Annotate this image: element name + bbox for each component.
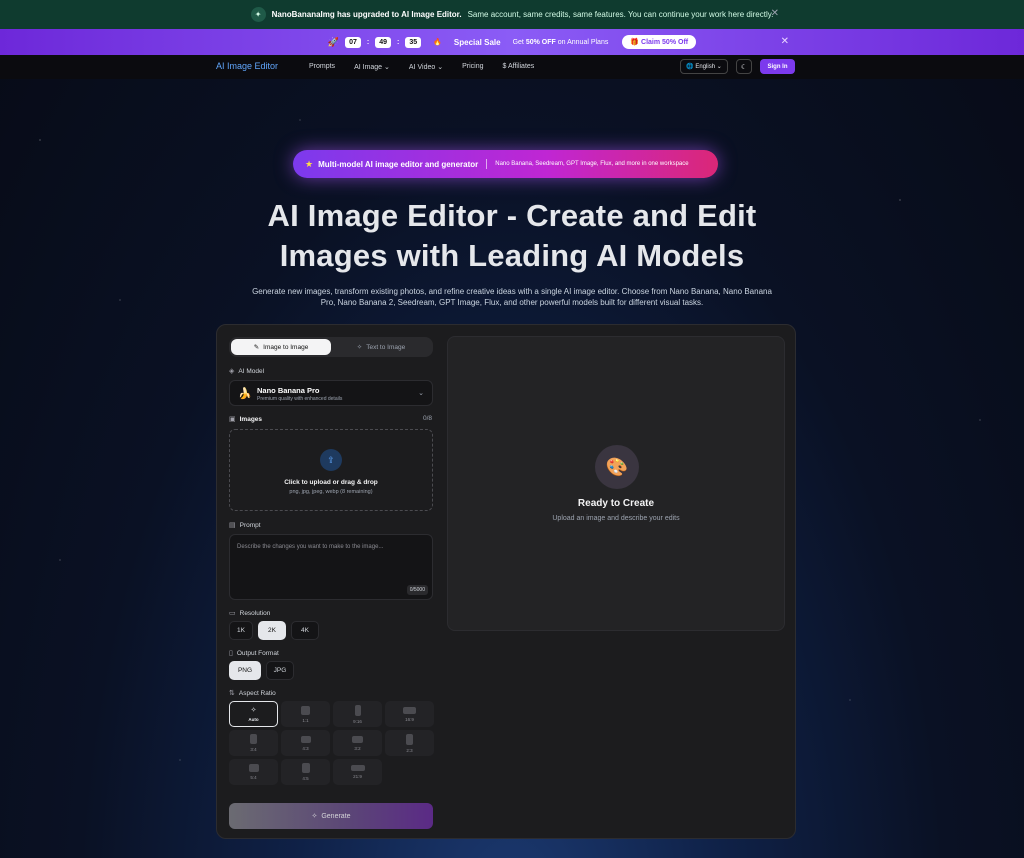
timer-seconds: 35 [405, 36, 422, 48]
upgrade-notice-bar: ✦ NanoBananaImg has upgraded to AI Image… [0, 0, 1024, 29]
model-description: Premium quality with enhanced details [257, 396, 343, 402]
sparkle-icon: ✧ [250, 707, 257, 714]
nav-link-ai-video[interactable]: AI Video ⌄ [409, 63, 443, 71]
chevron-down-icon: ⌄ [437, 64, 444, 71]
images-count: 0/8 [423, 415, 433, 422]
tab-text-to-image[interactable]: ✧ Text to Image [331, 339, 431, 355]
badge-sub-text: Nano Banana, Seedream, GPT Image, Flux, … [495, 161, 689, 167]
editor-card: ✎ Image to Image ✧ Text to Image ◈ AI Model… [216, 324, 796, 839]
language-selector[interactable]: 🌐 English ⌄ [680, 59, 728, 74]
chevron-down-icon: ⌄ [384, 64, 390, 71]
document-icon: ▤ [229, 522, 236, 529]
special-sale-label: Special Sale [453, 37, 501, 47]
format-options: PNG JPG [229, 661, 294, 680]
timer-minutes: 49 [375, 36, 392, 48]
format-png-button[interactable]: PNG [229, 661, 261, 680]
aspect-21-9-button[interactable]: 21:9 [333, 759, 382, 785]
model-name: Nano Banana Pro [257, 386, 320, 395]
theme-toggle-button[interactable]: ☾ [736, 59, 752, 74]
aspect-ratio-label: ⇅ Aspect Ratio [229, 689, 276, 698]
moon-icon: ☾ [740, 63, 748, 71]
aspect-3-4-button[interactable]: 3:4 [229, 730, 278, 756]
aspect-4-3-button[interactable]: 4:3 [281, 730, 330, 756]
layers-icon: ◈ [229, 368, 235, 375]
magic-wand-icon: ✧ [311, 813, 318, 820]
aspect-2-3-button[interactable]: 2:3 [385, 730, 434, 756]
output-format-label: ▯ Output Format [229, 649, 279, 658]
aspect-5-4-button[interactable]: 5:4 [229, 759, 278, 785]
dollar-icon: $ [502, 63, 507, 70]
image-upload-dropzone[interactable]: ⇪ Click to upload or drag & drop png, jp… [229, 429, 433, 511]
resolution-2k-button[interactable]: 2K [258, 621, 286, 640]
ai-model-label: ◈ AI Model [229, 367, 265, 376]
globe-icon: 🌐 [686, 64, 694, 70]
prompt-textarea[interactable]: Describe the changes you want to make to… [229, 534, 433, 600]
prompt-label: ▤ Prompt [229, 521, 261, 530]
mode-tabs: ✎ Image to Image ✧ Text to Image [229, 337, 433, 357]
sparkle-icon: ✦ [250, 7, 266, 22]
aspect-4-5-button[interactable]: 4:5 [281, 759, 330, 785]
aspect-auto-button[interactable]: ✧ Auto [229, 701, 278, 727]
file-icon: ▯ [229, 650, 233, 657]
prompt-char-count: 0/5000 [406, 585, 428, 595]
image-icon: ▣ [229, 416, 236, 423]
close-icon[interactable]: ✕ [771, 8, 779, 19]
aspect-16-9-button[interactable]: 16:9 [385, 701, 434, 727]
sign-in-button[interactable]: Sign In [760, 59, 795, 74]
prompt-placeholder: Describe the changes you want to make to… [237, 544, 384, 550]
palette-icon: 🎨 [595, 445, 639, 489]
hero-badge: ★ Multi-model AI image editor and genera… [293, 150, 718, 178]
resolution-label: ▭ Resolution [229, 609, 271, 618]
badge-main-text: Multi-model AI image editor and generato… [318, 159, 479, 169]
tab-image-to-image[interactable]: ✎ Image to Image [231, 339, 331, 355]
aspect-ratio-grid: ✧ Auto 1:1 9:16 16:9 3:4 4:3 3:2 2:3 5:4 … [229, 701, 434, 785]
model-selector[interactable]: 🍌 Nano Banana Pro Premium quality with e… [229, 380, 433, 406]
resolution-options: 1K 2K 4K [229, 621, 319, 640]
nav-link-affiliates[interactable]: $ Affiliates [502, 63, 534, 71]
format-jpg-button[interactable]: JPG [266, 661, 294, 680]
claim-offer-button[interactable]: 🎁 Claim 50% Off [622, 35, 697, 49]
notice-text: Same account, same credits, same feature… [467, 10, 774, 19]
upload-title: Click to upload or drag & drop [284, 479, 378, 486]
preview-panel: 🎨 Ready to Create Upload an image and de… [447, 336, 785, 631]
banana-icon: 🍌 [238, 388, 252, 400]
resolution-1k-button[interactable]: 1K [229, 621, 253, 640]
chevron-down-icon: ⌄ [716, 64, 722, 70]
resolution-4k-button[interactable]: 4K [291, 621, 319, 640]
top-navigation: AI Image Editor Prompts AI Image ⌄ AI Vi… [0, 55, 1024, 79]
gift-icon: 🎁 [630, 39, 640, 46]
pencil-icon: ✎ [253, 344, 260, 351]
images-label: ▣ Images [229, 415, 263, 424]
upload-formats: png, jpg, jpeg, webp (8 remaining) [289, 489, 373, 495]
offer-text: Get 50% OFF on Annual Plans [512, 38, 609, 46]
aspect-1-1-button[interactable]: 1:1 [281, 701, 330, 727]
aspect-3-2-button[interactable]: 3:2 [333, 730, 382, 756]
nav-link-prompts[interactable]: Prompts [309, 63, 335, 71]
timer-hours: 07 [345, 36, 361, 48]
generate-button[interactable]: ✧ Generate [229, 803, 433, 829]
magic-wand-icon: ✧ [356, 344, 363, 351]
star-icon: ★ [305, 158, 314, 169]
ratio-icon: ⇅ [229, 690, 235, 697]
notice-brand-text: NanoBananaImg has upgraded to AI Image E… [271, 10, 462, 19]
preview-subtitle: Upload an image and describe your edits [552, 515, 680, 522]
page-title: AI Image Editor - Create and Edit Images… [267, 198, 757, 273]
hero-description: Generate new images, transform existing … [252, 287, 772, 307]
chevron-down-icon: ⌄ [418, 390, 424, 397]
close-icon[interactable]: ✕ [781, 36, 789, 47]
preview-title: Ready to Create [577, 498, 655, 509]
aspect-9-16-button[interactable]: 9:16 [333, 701, 382, 727]
fire-icon: 🔥 [433, 39, 442, 46]
rocket-icon: 🚀 [327, 36, 340, 47]
nav-link-pricing[interactable]: Pricing [462, 63, 483, 71]
nav-links: Prompts AI Image ⌄ AI Video ⌄ Pricing $ … [309, 63, 534, 71]
nav-link-ai-image[interactable]: AI Image ⌄ [354, 63, 390, 71]
upload-icon: ⇪ [320, 449, 342, 471]
monitor-icon: ▭ [229, 610, 236, 617]
site-logo[interactable]: AI Image Editor [216, 61, 278, 71]
promo-bar: 🚀 07 : 49 : 35 🔥 Special Sale Get 50% OF… [0, 29, 1024, 55]
